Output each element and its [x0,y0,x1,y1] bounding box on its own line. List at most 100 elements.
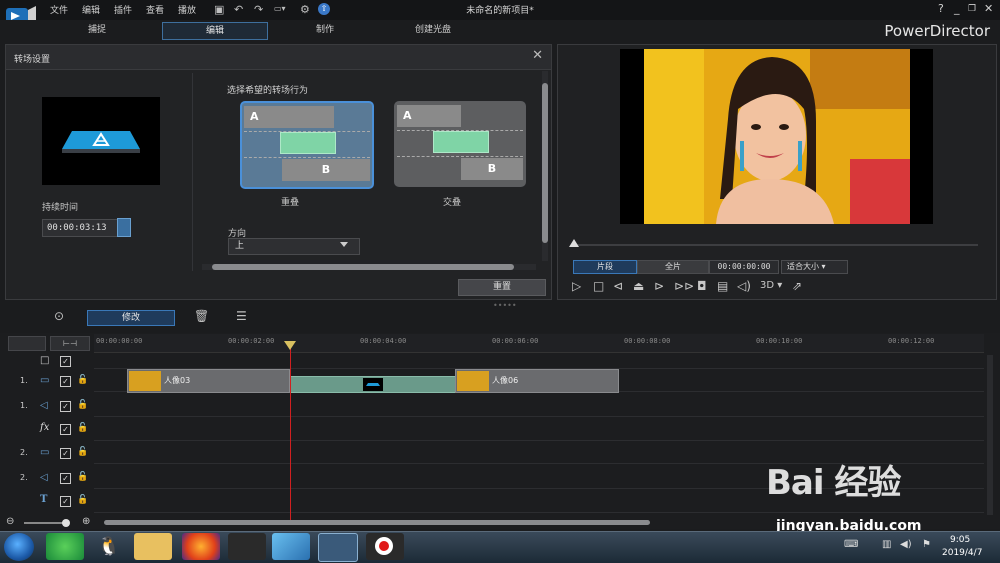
dash-line [397,156,523,157]
panel-vertical-scroll-thumb[interactable] [542,83,548,243]
subtitle-icon[interactable]: ▤ [717,279,728,293]
stop-icon[interactable]: □ [593,279,604,293]
lock-icon[interactable]: 🔓 [77,375,88,385]
tab-produce[interactable]: 制作 [278,22,372,38]
track-enable-checkbox[interactable]: ✓ [60,496,71,507]
flag-icon[interactable]: ⚑ [922,539,931,550]
dash-line [244,157,370,158]
save-icon[interactable]: ▣ [214,3,224,16]
duration-spinner[interactable] [117,218,131,237]
movie-mode-button[interactable]: 全片 [637,260,709,274]
lock-icon[interactable]: 🔓 [77,495,88,505]
start-button[interactable] [4,533,34,561]
option-cross[interactable]: A B [394,101,526,187]
undo-icon[interactable]: ↶ [234,3,243,16]
track-manager-button[interactable] [8,336,46,351]
duration-input[interactable]: 00:00:03:13 [42,219,122,237]
next-frame-icon[interactable]: ⊳ [654,279,664,293]
chevron-down-icon[interactable] [340,242,348,247]
collapse-icon[interactable]: ⊙ [54,309,64,323]
scrub-bar[interactable] [574,244,978,246]
track-enable-checkbox[interactable]: ✓ [60,401,71,412]
panel-header [6,45,551,70]
panel-horizontal-scroll-thumb[interactable] [212,264,514,270]
playhead-line[interactable] [290,345,291,520]
track-header-audio-1: 1. ◁ ✓ 🔓 [8,399,92,421]
volume-icon[interactable]: ◁) [737,279,751,293]
lock-icon[interactable]: 🔓 [77,423,88,433]
3d-button[interactable]: 3D ▾ [760,280,782,291]
file-explorer-icon[interactable] [134,533,172,560]
track-enable-checkbox[interactable]: ✓ [60,356,71,367]
upgrade-icon[interactable]: ⇧ [318,3,330,15]
record-icon[interactable] [366,533,404,560]
track-enable-checkbox[interactable]: ✓ [60,424,71,435]
settings-gear-icon[interactable]: ⚙ [300,3,310,16]
modify-button[interactable]: 修改 [87,310,175,326]
qq-icon[interactable]: 🐧 [90,533,128,560]
redo-icon[interactable]: ↷ [254,3,263,16]
menu-plugins[interactable]: 插件 [114,3,132,16]
fast-forward-icon[interactable]: ⊳⊳ [674,279,694,293]
timeline-vertical-scrollbar[interactable] [987,355,993,515]
clock-time[interactable]: 9:05 [950,535,970,545]
360-browser-icon[interactable] [46,533,84,560]
track-fx[interactable] [94,418,984,441]
keyboard-icon[interactable]: ⌨ [844,539,858,550]
firefox-icon[interactable] [182,533,220,560]
track-enable-checkbox[interactable]: ✓ [60,376,71,387]
lock-icon[interactable]: 🔓 [77,447,88,457]
menu-file[interactable]: 文件 [50,3,68,16]
zoom-out-icon[interactable]: ⊖ [6,516,14,527]
fit-timeline-button[interactable]: ⊢⊣ [50,336,90,351]
properties-icon[interactable]: ☰ [236,309,247,323]
lock-icon[interactable]: 🔓 [77,472,88,482]
reset-button[interactable]: 重置 [458,279,546,296]
clip-name: 人像06 [492,376,519,385]
option-overlap[interactable]: A B [240,101,374,189]
delete-icon[interactable]: 🗑 [194,309,209,323]
zoom-slider-knob[interactable] [62,519,70,527]
zoom-select-label: 适合大小 [787,262,819,271]
menu-edit[interactable]: 编辑 [82,3,100,16]
play-icon[interactable]: ▷ [572,279,581,293]
transition-clip[interactable] [290,376,456,393]
close-window-icon[interactable]: ✕ [984,2,993,15]
track-enable-checkbox[interactable]: ✓ [60,448,71,459]
aspect-ratio-icon[interactable]: ▭▾ [274,4,286,13]
minimize-icon[interactable]: _ [954,2,960,15]
ruler-tick: 00:00:10:00 [756,337,803,345]
snapshot-icon[interactable]: ◘ [697,279,707,293]
scrub-handle[interactable] [569,239,579,247]
previous-frame-icon[interactable]: ⊲ [613,279,623,293]
menu-play[interactable]: 播放 [178,3,196,16]
ruler-tick: 00:00:06:00 [492,337,539,345]
tab-create-disc[interactable]: 创建光盘 [386,22,480,38]
tab-edit[interactable]: 编辑 [162,22,268,40]
split-icon[interactable]: ⏏ [633,279,644,293]
timeline-horizontal-scrollbar[interactable] [104,520,650,525]
clock-date[interactable]: 2019/4/7 [942,548,982,558]
undock-icon[interactable]: ⇗ [792,279,802,293]
track-audio-1[interactable] [94,394,984,417]
video-clip[interactable]: 人像03 [127,369,290,393]
help-icon[interactable]: ? [938,2,944,15]
app-icon[interactable] [272,533,310,560]
powerdirector-taskbar-icon[interactable] [318,533,358,562]
network-icon[interactable]: ▥ [882,539,891,550]
zoom-select[interactable]: 适合大小 ▾ [781,260,848,274]
lock-icon[interactable]: 🔓 [77,400,88,410]
restore-icon[interactable]: ❐ [968,4,976,14]
close-icon[interactable]: ✕ [532,48,543,63]
track-enable-checkbox[interactable]: ✓ [60,473,71,484]
track-header-fx: fx ✓ 🔓 [8,422,92,444]
tab-capture[interactable]: 捕捉 [50,22,144,38]
video-clip[interactable]: 人像06 [455,369,619,393]
cyberlink-icon[interactable] [228,533,266,560]
resize-handle[interactable]: ••••• [493,301,517,310]
clip-mode-button[interactable]: 片段 [573,260,637,274]
zoom-in-icon[interactable]: ⊕ [82,516,90,527]
timecode-display[interactable]: 00:00:00:00 [709,260,779,274]
volume-tray-icon[interactable]: ◀) [900,539,912,550]
menu-view[interactable]: 查看 [146,3,164,16]
